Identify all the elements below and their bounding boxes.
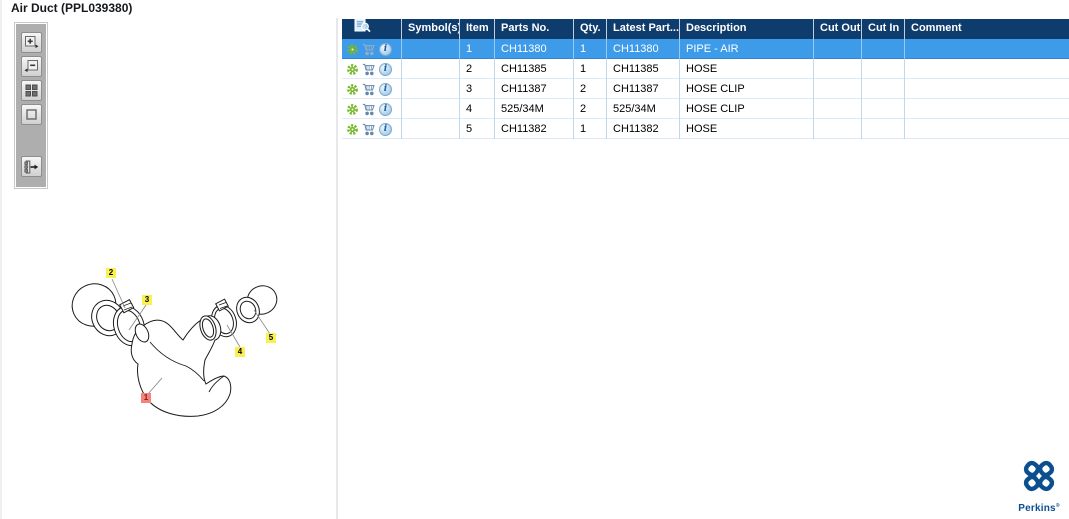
info-icon[interactable] [379,122,392,136]
cell-item: 1 [460,39,495,59]
cell-comment [905,99,1069,119]
cell-item: 5 [460,119,495,139]
cell-latest-part: CH11385 [607,59,680,79]
gear-icon[interactable] [345,82,359,96]
gear-icon[interactable] [345,62,359,76]
registered-mark: ® [1055,503,1060,509]
cell-cut-out [814,39,862,59]
cell-symbols [402,59,460,79]
row-actions [342,99,402,119]
parts-catalog-window: Air Duct (PPL039380) 1 2 3 4 5 Symbol(s)… [0,0,1069,519]
cell-latest-part: 525/34M [607,99,680,119]
cell-qty: 2 [574,79,607,99]
row-actions [342,79,402,99]
callout-label-2[interactable]: 2 [106,268,116,278]
cart-icon[interactable] [362,62,376,76]
cell-item: 3 [460,79,495,99]
cell-cut-in [862,119,905,139]
cart-icon[interactable] [362,42,376,56]
cell-parts-no: CH11380 [495,39,574,59]
cell-qty: 1 [574,59,607,79]
parts-table: Symbol(s) Item Parts No. Qty. Latest Par… [342,19,1069,139]
cell-latest-part: CH11382 [607,119,680,139]
gear-icon[interactable] [345,42,359,56]
page-title: Air Duct (PPL039380) [11,1,133,15]
header-cut-in[interactable]: Cut In [862,19,905,39]
perkins-rings-icon [1019,460,1059,502]
cell-cut-in [862,79,905,99]
info-icon[interactable] [379,62,392,76]
cell-description: HOSE [680,119,814,139]
row-actions [342,39,402,59]
cell-latest-part: CH11380 [607,39,680,59]
header-latest-part[interactable]: Latest Part... [607,19,680,39]
table-row[interactable]: 2 CH11385 1 CH11385 HOSE [342,59,1069,79]
cell-cut-out [814,79,862,99]
cell-comment [905,79,1069,99]
cell-qty: 2 [574,99,607,119]
table-row[interactable]: 4 525/34M 2 525/34M HOSE CLIP [342,99,1069,119]
header-item[interactable]: Item [460,19,495,39]
header-parts-no[interactable]: Parts No. [495,19,574,39]
cell-symbols [402,99,460,119]
cell-qty: 1 [574,39,607,59]
cart-icon[interactable] [362,122,376,136]
part-search-icon [354,19,372,39]
cell-item: 4 [460,99,495,119]
callout-label-4[interactable]: 4 [235,347,245,357]
info-icon[interactable] [379,42,392,56]
header-actions-column[interactable] [342,19,402,39]
cell-symbols [402,39,460,59]
cell-symbols [402,119,460,139]
table-row[interactable]: 3 CH11387 2 CH11387 HOSE CLIP [342,79,1069,99]
info-icon[interactable] [379,102,392,116]
cell-parts-no: CH11387 [495,79,574,99]
perkins-logo: Perkins® [1015,458,1063,514]
cell-description: HOSE CLIP [680,79,814,99]
cell-item: 2 [460,59,495,79]
row-actions [342,59,402,79]
header-comment[interactable]: Comment [905,19,1069,39]
header-symbols[interactable]: Symbol(s) [402,19,460,39]
cell-cut-out [814,119,862,139]
perkins-logo-text: Perkins® [1018,503,1060,514]
cell-comment [905,119,1069,139]
cell-description: HOSE CLIP [680,99,814,119]
cell-cut-in [862,99,905,119]
cell-parts-no: CH11382 [495,119,574,139]
cell-cut-out [814,59,862,79]
cell-description: PIPE - AIR [680,39,814,59]
cart-icon[interactable] [362,82,376,96]
info-icon[interactable] [379,82,392,96]
table-row[interactable]: 1 CH11380 1 CH11380 PIPE - AIR [342,39,1069,59]
table-row[interactable]: 5 CH11382 1 CH11382 HOSE [342,119,1069,139]
cell-symbols [402,79,460,99]
cell-cut-in [862,39,905,59]
callout-label-3[interactable]: 3 [142,295,152,305]
header-qty[interactable]: Qty. [574,19,607,39]
cell-parts-no: 525/34M [495,99,574,119]
header-description[interactable]: Description [680,19,814,39]
cell-latest-part: CH11387 [607,79,680,99]
row-actions [342,119,402,139]
panel-splitter[interactable] [336,18,338,519]
cell-cut-in [862,59,905,79]
gear-icon[interactable] [345,102,359,116]
cell-qty: 1 [574,119,607,139]
cell-cut-out [814,99,862,119]
cell-comment [905,59,1069,79]
cell-comment [905,39,1069,59]
gear-icon[interactable] [345,122,359,136]
cart-icon[interactable] [362,102,376,116]
callout-label-1[interactable]: 1 [141,393,151,403]
table-header-row: Symbol(s) Item Parts No. Qty. Latest Par… [342,19,1069,39]
header-cut-out[interactable]: Cut Out [814,19,862,39]
cell-parts-no: CH11385 [495,59,574,79]
diagram-panel: 1 2 3 4 5 [2,18,336,519]
cell-description: HOSE [680,59,814,79]
callout-label-5[interactable]: 5 [266,333,276,343]
exploded-view-diagram [71,278,278,417]
